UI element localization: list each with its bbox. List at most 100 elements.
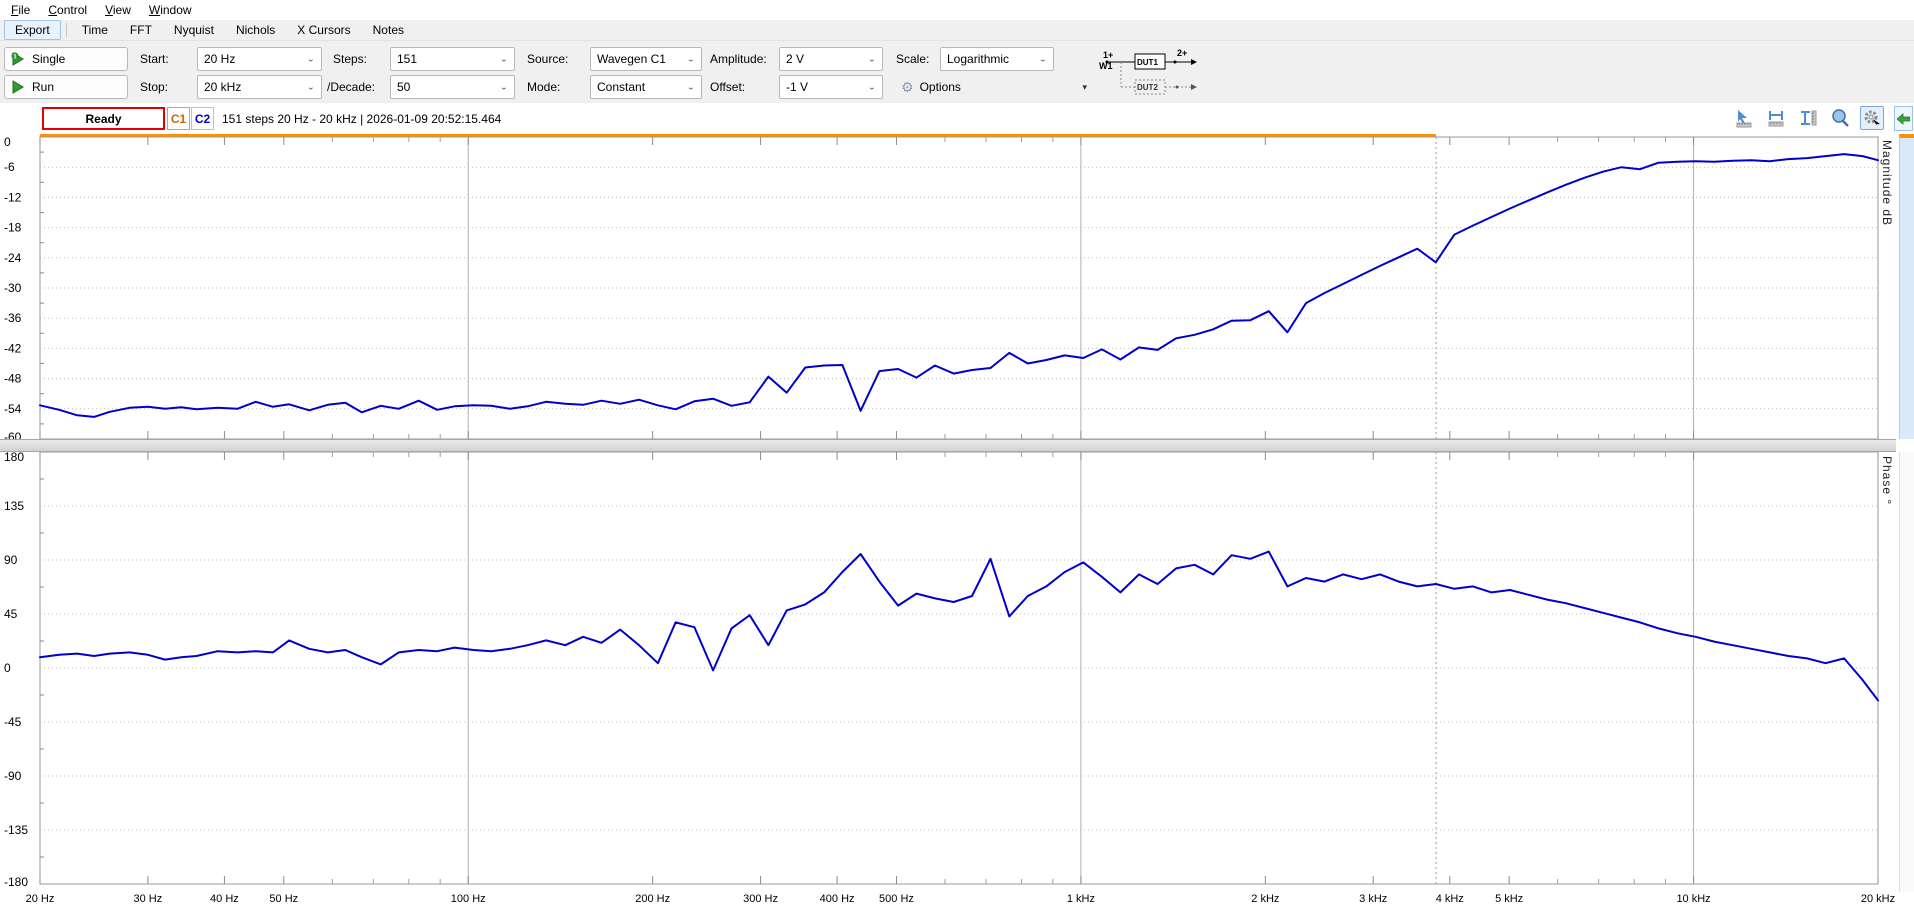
plot-tools xyxy=(1732,106,1884,130)
tab-nichols[interactable]: Nichols xyxy=(226,21,285,39)
mode-combobox[interactable]: Constant ⌄ xyxy=(590,75,702,99)
chart-splitter[interactable] xyxy=(0,439,1896,452)
chevron-down-icon: ⌄ xyxy=(307,83,315,92)
stop-label: Stop: xyxy=(140,75,168,99)
menu-file[interactable]: File xyxy=(2,1,39,19)
x-axis-label: 1 kHz xyxy=(1067,893,1095,905)
mode-label: Mode: xyxy=(527,75,560,99)
x-axis-label: 10 kHz xyxy=(1676,893,1710,905)
start-label: Start: xyxy=(140,47,169,71)
menu-window[interactable]: Window xyxy=(140,1,201,19)
mode-value: Constant xyxy=(597,80,645,94)
svg-text:DUT1: DUT1 xyxy=(1137,58,1158,67)
status-badge: Ready xyxy=(42,107,165,130)
source-value: Wavegen C1 xyxy=(597,52,666,66)
vertical-measure-icon[interactable] xyxy=(1796,106,1820,130)
run-button[interactable]: Run xyxy=(4,75,128,99)
svg-text:-12: -12 xyxy=(4,190,22,204)
network-analyzer-window: File Control View Window Export Time FFT… xyxy=(0,0,1914,915)
plot-settings-icon[interactable] xyxy=(1860,106,1884,130)
chevron-down-icon: ⌄ xyxy=(868,55,876,64)
source-label: Source: xyxy=(527,47,568,71)
svg-text:-45: -45 xyxy=(4,715,22,729)
svg-text:-135: -135 xyxy=(4,823,28,837)
x-axis-label: 30 Hz xyxy=(134,893,163,905)
svg-text:-30: -30 xyxy=(4,281,22,295)
svg-text:180: 180 xyxy=(4,450,24,464)
svg-text:-18: -18 xyxy=(4,221,22,235)
bode-plot[interactable]: 0-6-12-18-24-30-36-42-48-54-601801359045… xyxy=(0,134,1914,915)
phase-scale-strip[interactable] xyxy=(1899,452,1914,892)
magnitude-axis-title: Magnitude dB xyxy=(1880,140,1894,226)
steps-label: Steps: xyxy=(333,47,367,71)
scale-value: Logarithmic xyxy=(947,52,1009,66)
decade-combobox[interactable]: 50 ⌄ xyxy=(390,75,515,99)
x-axis-label: 5 kHz xyxy=(1495,893,1523,905)
scale-combobox[interactable]: Logarithmic ⌄ xyxy=(940,47,1054,71)
single-button[interactable]: 1 Single xyxy=(4,47,128,71)
chevron-down-icon: ⌄ xyxy=(687,55,695,64)
status-bar: Ready C1 C2 151 steps 20 Hz - 20 kHz | 2… xyxy=(0,103,1914,134)
menu-bar: File Control View Window xyxy=(0,0,1914,20)
x-axis-label: 100 Hz xyxy=(451,893,486,905)
chevron-down-icon: ⌄ xyxy=(307,55,315,64)
magnitude-scale-strip[interactable] xyxy=(1899,134,1914,439)
svg-text:-6: -6 xyxy=(4,160,15,174)
pointer-ruler-icon[interactable] xyxy=(1732,106,1756,130)
scale-label: Scale: xyxy=(896,47,929,71)
chevron-down-icon: ⌄ xyxy=(1039,55,1047,64)
tab-time[interactable]: Time xyxy=(72,21,118,39)
magnifier-icon[interactable] xyxy=(1828,106,1852,130)
run-button-label: Run xyxy=(32,80,54,94)
channel-1-toggle[interactable]: C1 xyxy=(167,107,190,130)
x-axis-label: 300 Hz xyxy=(743,893,778,905)
x-axis-label: 3 kHz xyxy=(1359,893,1387,905)
chevron-down-icon: ⌄ xyxy=(500,55,508,64)
svg-text:135: 135 xyxy=(4,499,24,513)
channel-2-toggle[interactable]: C2 xyxy=(191,107,214,130)
dropdown-arrow-icon: ▾ xyxy=(1082,82,1087,93)
offset-value: -1 V xyxy=(786,80,808,94)
chevron-down-icon: ⌄ xyxy=(500,83,508,92)
horizontal-measure-icon[interactable] xyxy=(1764,106,1788,130)
play-single-icon: 1 xyxy=(11,52,25,66)
offset-combobox[interactable]: -1 V ⌄ xyxy=(779,75,883,99)
options-button[interactable]: ⚙ Options ▾ xyxy=(901,75,1087,99)
stop-combobox[interactable]: 20 kHz ⌄ xyxy=(197,75,322,99)
amplitude-combobox[interactable]: 2 V ⌄ xyxy=(779,47,883,71)
tab-notes[interactable]: Notes xyxy=(363,21,414,39)
tab-export[interactable]: Export xyxy=(4,20,61,40)
single-button-label: Single xyxy=(32,52,65,66)
source-combobox[interactable]: Wavegen C1 ⌄ xyxy=(590,47,702,71)
svg-text:-90: -90 xyxy=(4,769,22,783)
amplitude-label: Amplitude: xyxy=(710,47,767,71)
start-value: 20 Hz xyxy=(204,52,235,66)
steps-combobox[interactable]: 151 ⌄ xyxy=(390,47,515,71)
x-axis-label: 500 Hz xyxy=(879,893,914,905)
x-axis-label: 200 Hz xyxy=(635,893,670,905)
stop-value: 20 kHz xyxy=(204,80,241,94)
tab-nyquist[interactable]: Nyquist xyxy=(164,21,224,39)
toolbar: 1 Single Start: 20 Hz ⌄ Steps: 151 ⌄ Sou… xyxy=(0,41,1914,103)
tab-fft[interactable]: FFT xyxy=(120,21,162,39)
phase-axis-title: Phase ° xyxy=(1880,456,1894,505)
x-axis-label: 4 kHz xyxy=(1436,893,1464,905)
svg-text:90: 90 xyxy=(4,553,18,567)
svg-text:-180: -180 xyxy=(4,875,28,889)
menu-view[interactable]: View xyxy=(96,1,140,19)
collapse-panel-button[interactable] xyxy=(1894,106,1913,131)
svg-text:-54: -54 xyxy=(4,402,22,416)
decade-value: 50 xyxy=(397,80,410,94)
gear-icon: ⚙ xyxy=(901,79,914,96)
menu-control[interactable]: Control xyxy=(39,1,96,19)
svg-text:0: 0 xyxy=(4,661,11,675)
amplitude-value: 2 V xyxy=(786,52,804,66)
svg-text:-42: -42 xyxy=(4,341,22,355)
tab-x-cursors[interactable]: X Cursors xyxy=(287,21,360,39)
svg-text:1+: 1+ xyxy=(1103,50,1113,60)
svg-text:-48: -48 xyxy=(4,372,22,386)
chevron-down-icon: ⌄ xyxy=(687,83,695,92)
chart-area: 0-6-12-18-24-30-36-42-48-54-601801359045… xyxy=(0,134,1914,915)
start-combobox[interactable]: 20 Hz ⌄ xyxy=(197,47,322,71)
dut-diagram: 1+ W1 DUT1 2+ DUT2 xyxy=(1093,45,1201,101)
